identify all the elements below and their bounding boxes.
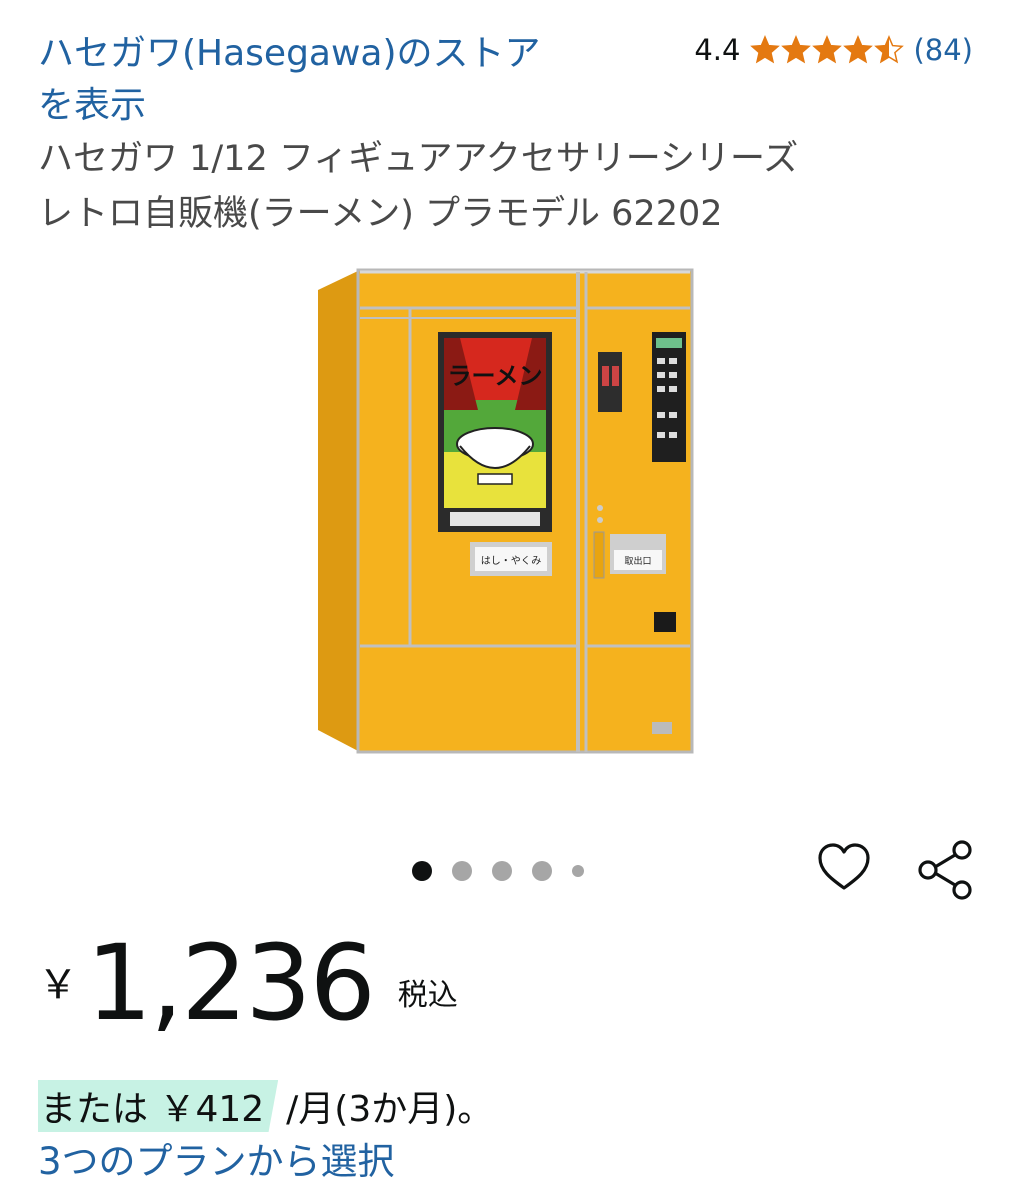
rating-count[interactable]: (84) (913, 33, 973, 67)
carousel-dot[interactable] (572, 865, 584, 877)
installment-offer: または ￥412 /月(3か月)。 (38, 1080, 493, 1132)
rating-value: 4.4 (694, 33, 741, 67)
machine-label-left: はし・やくみ (481, 555, 541, 567)
carousel-dot[interactable] (452, 861, 472, 881)
product-title-line1: ハセガワ 1/12 フィギュアアクセサリーシリーズ (38, 139, 799, 179)
store-link-line1[interactable]: ハセガワ(Hasegawa)のストア (38, 28, 638, 80)
price-amount: 1,236 (86, 922, 376, 1044)
store-link-line2[interactable]: を表示 (38, 80, 638, 132)
star-icon (812, 35, 843, 64)
star-icon (750, 35, 781, 64)
product-title: ハセガワ 1/12 フィギュアアクセサリーシリーズ レトロ自販機(ラーメン) プ… (38, 132, 978, 242)
carousel-dot[interactable] (412, 861, 432, 881)
share-icon (918, 840, 972, 900)
wishlist-button[interactable] (816, 840, 872, 896)
price: ￥ 1,236 税込 (38, 918, 458, 1048)
carousel-dot[interactable] (532, 861, 552, 881)
heart-icon (818, 843, 870, 890)
currency-symbol: ￥ (38, 962, 78, 1008)
machine-label-right: 取出口 (624, 555, 651, 567)
plan-select-link[interactable]: 3つのプランから選択 (38, 1136, 395, 1188)
installment-highlight: または ￥412 (38, 1080, 279, 1132)
star-icon (843, 35, 874, 64)
carousel-dots (412, 858, 604, 884)
vending-machine-image[interactable]: ラーメン はし・やくみ 取出口 (310, 262, 700, 762)
star-icon (874, 35, 905, 64)
machine-sign: ラーメン (447, 362, 542, 390)
rating-stars (750, 35, 905, 65)
tax-note: 税込 (397, 978, 458, 1013)
product-title-line2: レトロ自販機(ラーメン) プラモデル 62202 (38, 194, 723, 234)
share-button[interactable] (916, 838, 976, 900)
store-link[interactable]: ハセガワ(Hasegawa)のストア を表示 (38, 28, 638, 132)
star-icon (781, 35, 812, 64)
installment-suffix: /月(3か月)。 (286, 1089, 494, 1130)
carousel-dot[interactable] (492, 861, 512, 881)
rating[interactable]: 4.4 (84) (694, 30, 973, 70)
